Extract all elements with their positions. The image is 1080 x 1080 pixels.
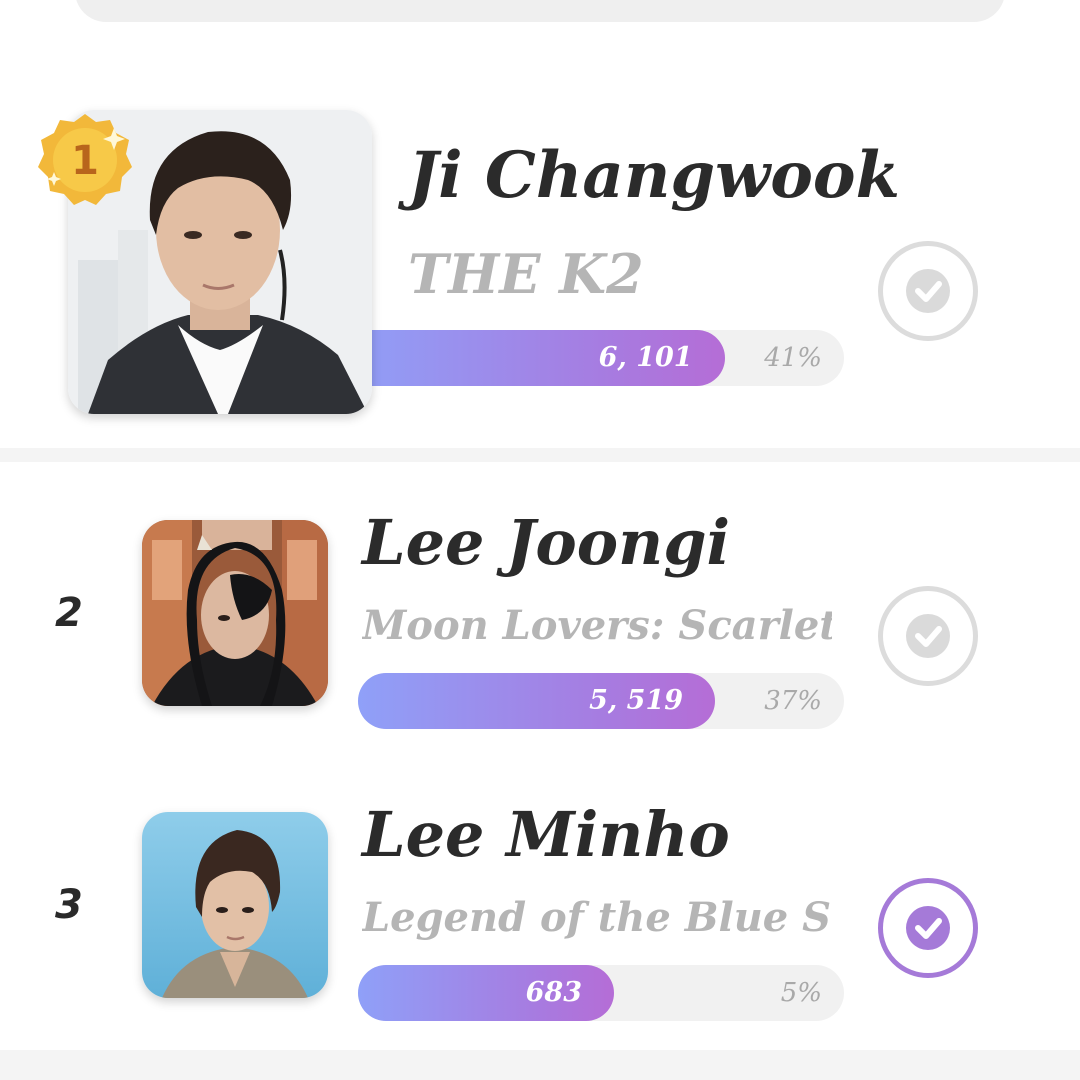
avatar[interactable] <box>142 812 328 998</box>
vote-progress-bar: 6, 101 41% <box>342 330 844 386</box>
vote-button[interactable] <box>878 878 978 978</box>
vote-percent: 37% <box>764 686 822 716</box>
drama-title: Moon Lovers: Scarlet . <box>362 602 832 649</box>
vote-count: 683 <box>525 977 582 1008</box>
candidate-name: Lee Minho <box>362 798 730 871</box>
vote-percent: 41% <box>764 343 822 373</box>
vote-count: 6, 101 <box>598 342 693 373</box>
avatar-photo-lee-joongi <box>142 520 328 706</box>
rank-number: 3 <box>55 882 83 928</box>
rank-number: 2 <box>55 590 83 636</box>
candidate-name: Ji Changwook <box>408 138 900 213</box>
gold-medal-icon: 1 <box>38 114 132 205</box>
search-bar[interactable] <box>75 0 1005 22</box>
avatar-photo-lee-minho <box>142 812 328 998</box>
vote-button[interactable] <box>878 241 978 341</box>
checkmark-icon <box>906 614 950 658</box>
avatar[interactable] <box>142 520 328 706</box>
checkmark-icon <box>906 269 950 313</box>
vote-percent: 5% <box>780 978 822 1008</box>
vote-progress-bar: 683 5% <box>358 965 844 1021</box>
drama-title: THE K2 <box>408 242 644 306</box>
vote-button[interactable] <box>878 586 978 686</box>
svg-text:1: 1 <box>71 138 99 184</box>
candidate-name: Lee Joongi <box>362 506 731 579</box>
divider-bottom <box>0 1050 1080 1080</box>
divider <box>0 448 1080 462</box>
drama-title: Legend of the Blue Sea <box>362 894 832 941</box>
checkmark-icon <box>906 906 950 950</box>
vote-progress-bar: 5, 519 37% <box>358 673 844 729</box>
vote-count: 5, 519 <box>589 685 684 716</box>
